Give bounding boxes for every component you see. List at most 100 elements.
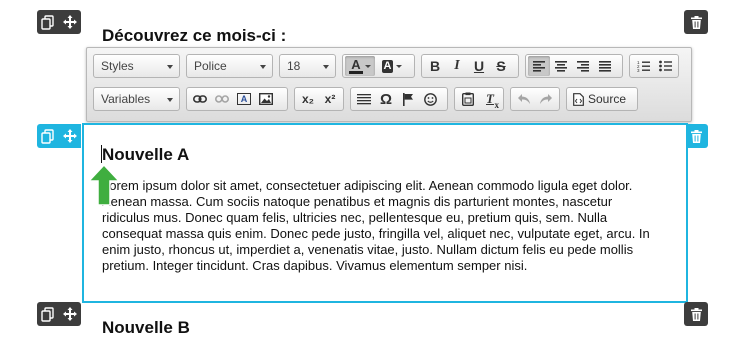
subscript-icon: x₂ xyxy=(301,92,314,106)
section-title-next: Nouvelle B xyxy=(102,318,190,337)
svg-text:3: 3 xyxy=(637,68,640,72)
chevron-down-icon xyxy=(167,65,173,69)
font-dropdown-label: Police xyxy=(194,59,227,73)
redo-icon xyxy=(540,94,552,104)
chevron-down-icon xyxy=(167,98,173,102)
omega-icon: Ω xyxy=(379,90,393,108)
italic-button[interactable]: I xyxy=(446,56,468,76)
background-color-icon: A xyxy=(381,59,394,73)
underline-button[interactable]: U xyxy=(468,56,490,76)
unlink-icon xyxy=(215,95,229,103)
trash-icon xyxy=(690,129,702,143)
image-button[interactable] xyxy=(255,89,277,109)
editor-heading[interactable]: Nouvelle A xyxy=(102,145,189,165)
source-button-label: Source xyxy=(588,92,627,106)
alignment-group xyxy=(525,54,623,78)
block-2-controls xyxy=(37,124,81,148)
horizontal-rule-icon xyxy=(357,94,371,105)
editor-toolbar: Styles Police 18 A A B I U S 1 2 3 Varia… xyxy=(86,47,692,122)
rich-text-editor[interactable]: Nouvelle A Lorem ipsum dolor sit amet, c… xyxy=(82,123,688,303)
align-center-button[interactable] xyxy=(550,56,572,76)
block-3-controls xyxy=(37,302,81,326)
move-icon[interactable] xyxy=(63,15,77,29)
flag-icon xyxy=(403,92,413,106)
align-left-button[interactable] xyxy=(528,56,550,76)
chevron-down-icon xyxy=(396,64,403,68)
section-title-first: Découvrez ce mois-ci : xyxy=(102,26,287,45)
anchor-text-button[interactable]: A xyxy=(233,89,255,109)
italic-icon: I xyxy=(454,58,460,73)
copy-icon[interactable] xyxy=(41,128,55,144)
variables-dropdown[interactable]: Variables xyxy=(93,87,180,111)
text-color-button[interactable]: A xyxy=(345,56,375,76)
script-group: x₂ x² xyxy=(294,87,344,111)
strikethrough-icon: S xyxy=(496,58,506,74)
redo-button[interactable] xyxy=(535,89,557,109)
remove-format-button[interactable]: Tx xyxy=(479,89,501,110)
copy-icon[interactable] xyxy=(41,14,55,30)
misc-insert-group: Ω xyxy=(350,87,448,111)
align-right-button[interactable] xyxy=(572,56,594,76)
chevron-down-icon xyxy=(323,65,329,69)
align-justify-button[interactable] xyxy=(594,56,616,76)
copy-icon[interactable] xyxy=(41,306,55,322)
numbered-list-button[interactable]: 123 xyxy=(632,56,654,76)
strikethrough-button[interactable]: S xyxy=(490,56,512,76)
chevron-down-icon xyxy=(260,65,266,69)
block-3-delete-button[interactable] xyxy=(684,302,708,326)
emoji-button[interactable] xyxy=(419,89,441,109)
trash-icon xyxy=(690,15,702,29)
font-size-dropdown-label: 18 xyxy=(287,59,301,73)
chevron-down-icon xyxy=(364,64,371,68)
bulleted-list-icon xyxy=(658,60,672,72)
align-justify-icon xyxy=(599,60,611,72)
pointer-arrow-icon xyxy=(87,163,121,206)
remove-format-glyph: T xyxy=(486,91,494,106)
clipboard-group: Tx xyxy=(454,87,504,111)
underline-icon: U xyxy=(473,58,485,74)
source-button[interactable]: Source xyxy=(569,89,630,109)
font-size-dropdown[interactable]: 18 xyxy=(279,54,336,78)
variables-dropdown-label: Variables xyxy=(101,92,151,106)
undo-icon xyxy=(518,94,530,104)
align-right-icon xyxy=(577,60,589,72)
insert-group: A xyxy=(186,87,288,111)
move-icon[interactable] xyxy=(63,307,77,321)
link-button[interactable] xyxy=(189,89,211,109)
bold-icon: B xyxy=(429,58,441,74)
basic-styles-group: B I U S xyxy=(421,54,519,78)
special-character-button[interactable]: Ω xyxy=(375,89,397,109)
block-1-controls xyxy=(37,10,81,34)
anchor-text-icon: A xyxy=(236,93,252,105)
editor-paragraph[interactable]: Lorem ipsum dolor sit amet, consectetuer… xyxy=(102,178,662,274)
subscript-button[interactable]: x₂ xyxy=(297,89,319,109)
smiley-icon xyxy=(423,92,437,106)
numbered-list-icon: 123 xyxy=(637,60,650,72)
undo-button[interactable] xyxy=(513,89,535,109)
align-left-icon xyxy=(533,60,545,72)
list-group: 123 xyxy=(629,54,679,78)
anchor-button[interactable] xyxy=(397,89,419,109)
font-dropdown[interactable]: Police xyxy=(186,54,273,78)
move-icon[interactable] xyxy=(63,129,77,143)
superscript-button[interactable]: x² xyxy=(319,89,341,109)
paste-button[interactable] xyxy=(457,89,479,109)
text-color-icon: A xyxy=(349,56,363,74)
trash-icon xyxy=(690,307,702,321)
clipboard-icon xyxy=(462,92,474,106)
color-group: A A xyxy=(342,54,415,78)
styles-dropdown-label: Styles xyxy=(101,59,134,73)
bulleted-list-button[interactable] xyxy=(654,56,676,76)
block-1-delete-button[interactable] xyxy=(684,10,708,34)
image-icon xyxy=(259,93,273,105)
history-group xyxy=(510,87,560,111)
bold-button[interactable]: B xyxy=(424,56,446,76)
styles-dropdown[interactable]: Styles xyxy=(93,54,180,78)
align-center-icon xyxy=(555,60,567,72)
source-icon xyxy=(573,92,584,106)
horizontal-rule-button[interactable] xyxy=(353,89,375,109)
source-group: Source xyxy=(566,87,638,111)
background-color-button[interactable]: A xyxy=(375,56,409,76)
unlink-button[interactable] xyxy=(211,89,233,109)
remove-format-icon: Tx xyxy=(486,91,499,110)
